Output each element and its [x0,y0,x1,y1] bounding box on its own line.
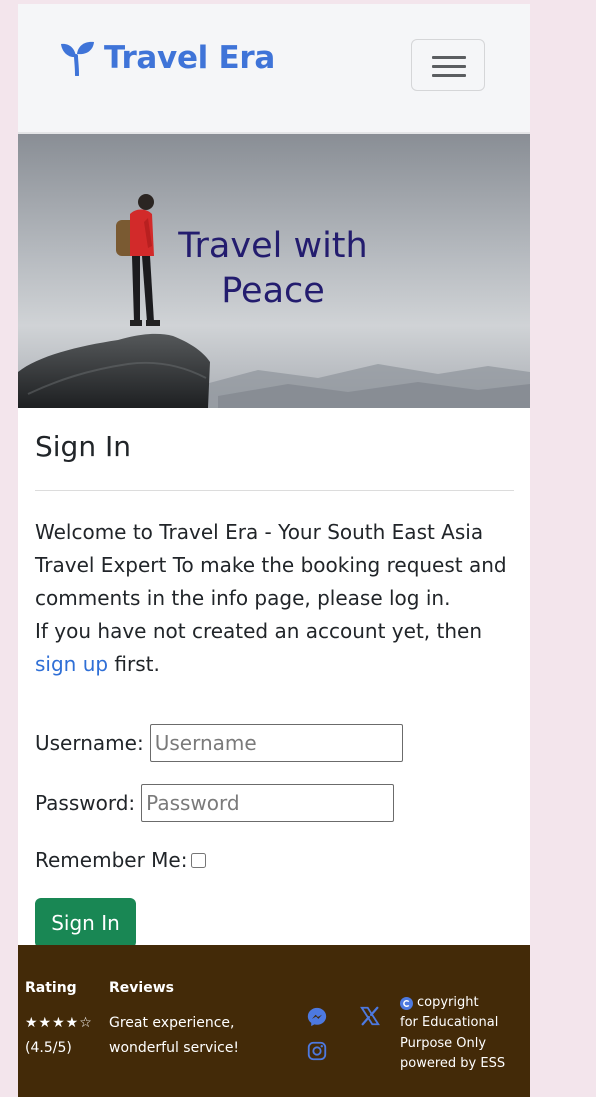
page-frame: Travel Era Travel with Peace Sign In Wel… [18,4,530,1097]
intro-signup-suffix: first. [108,652,160,676]
brand-link[interactable]: Travel Era [60,36,275,80]
brand-name: Travel Era [104,40,275,76]
review-line-2: wonderful service! [109,1040,240,1056]
username-label: Username: [35,731,144,755]
intro-text: Welcome to Travel Era - Your South East … [35,516,514,681]
x-icon[interactable] [359,1005,381,1027]
navbar-toggler-button[interactable] [411,39,485,91]
rating-heading: Rating [25,980,77,996]
intro-welcome-text: Welcome to Travel Era - Your South East … [35,520,507,610]
copyright-icon [400,996,413,1010]
password-label: Password: [35,791,136,815]
reviews-heading: Reviews [109,980,174,996]
username-row: Username: [35,724,403,762]
menu-icon [432,56,466,59]
heading-divider [35,490,514,491]
navbar: Travel Era [18,4,530,134]
intro-signup-prompt: If you have not created an account yet, … [35,619,483,643]
hero-title: Travel with Peace [178,226,368,311]
powered-by-text: powered by ESS [400,1056,506,1071]
page-title: Sign In [35,430,131,463]
rating-value: (4.5/5) [25,1040,72,1056]
remember-me-checkbox[interactable] [191,852,207,868]
signin-button[interactable]: Sign In [35,898,136,948]
password-row: Password: [35,784,395,822]
signup-link[interactable]: sign up [35,652,108,676]
sprout-icon [61,41,94,76]
remember-row: Remember Me: [35,848,207,872]
review-line-1: Great experience, [109,1015,235,1031]
username-input[interactable] [149,724,403,762]
messenger-icon[interactable] [306,1006,328,1028]
password-input[interactable] [141,784,395,822]
instagram-icon[interactable] [306,1040,328,1062]
remember-me-label: Remember Me: [35,848,188,872]
rating-stars: ★★★★☆ [25,1015,93,1031]
footer: Rating ★★★★☆ (4.5/5) Reviews Great exper… [18,945,530,1097]
copyright-line-1: copyright [400,993,479,1013]
copyright-line-3: Purpose Only [400,1036,487,1051]
copyright-line-2: for Educational [400,1015,499,1030]
hero-banner: Travel with Peace [18,134,530,408]
